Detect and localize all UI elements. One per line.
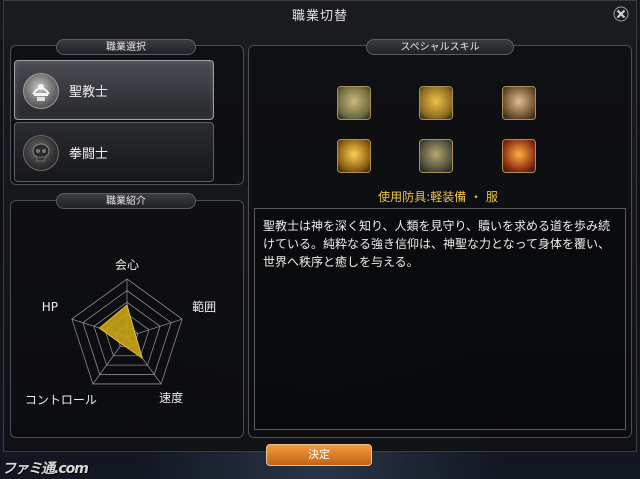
stat-radar-chart: 会心範囲速度 コントロール HP: [25, 258, 216, 407]
special-skill-label: スペシャルスキル: [366, 39, 514, 55]
radar-label: 会心: [115, 258, 139, 272]
job-option-kentoushi[interactable]: 拳闘士: [14, 122, 214, 182]
radar-label: コントロール: [25, 393, 97, 407]
light-burst-icon[interactable]: [337, 139, 371, 173]
holy-cleric-emblem-icon: [23, 73, 59, 109]
skull-emblem-icon: [23, 135, 59, 171]
stacked-coins-icon[interactable]: [337, 86, 371, 120]
radar-label: 速度: [159, 390, 183, 405]
radar-label: HP: [42, 300, 58, 314]
armor-helmet-icon[interactable]: [419, 139, 453, 173]
job-label-kentoushi: 拳闘士: [69, 147, 109, 162]
watermark-logo: ファミ通.com: [2, 461, 89, 477]
job-intro-label: 職業紹介: [56, 193, 196, 209]
drum-banner-icon[interactable]: [502, 86, 536, 120]
job-description-text: 聖教士は神を深く知り、人類を見守り、贖いを求める道を歩み続けている。純粋なる強き…: [263, 219, 611, 269]
equipment-type: 使用防具:軽装備 ・ 服: [378, 190, 498, 204]
decide-button[interactable]: 決定: [266, 444, 372, 466]
window-title: 職業切替: [291, 9, 348, 24]
job-option-seikyoushi[interactable]: 聖教士: [14, 60, 214, 120]
golden-heart-icon[interactable]: [419, 86, 453, 120]
job-select-label: 職業選択: [56, 39, 196, 55]
job-label-seikyoushi: 聖教士: [69, 85, 109, 100]
radar-label: 範囲: [192, 299, 216, 314]
close-icon[interactable]: [612, 6, 630, 24]
holy-flame-icon[interactable]: [502, 139, 536, 173]
job-description-box: 聖教士は神を深く知り、人類を見守り、贖いを求める道を歩み続けている。純粋なる強き…: [254, 208, 626, 430]
